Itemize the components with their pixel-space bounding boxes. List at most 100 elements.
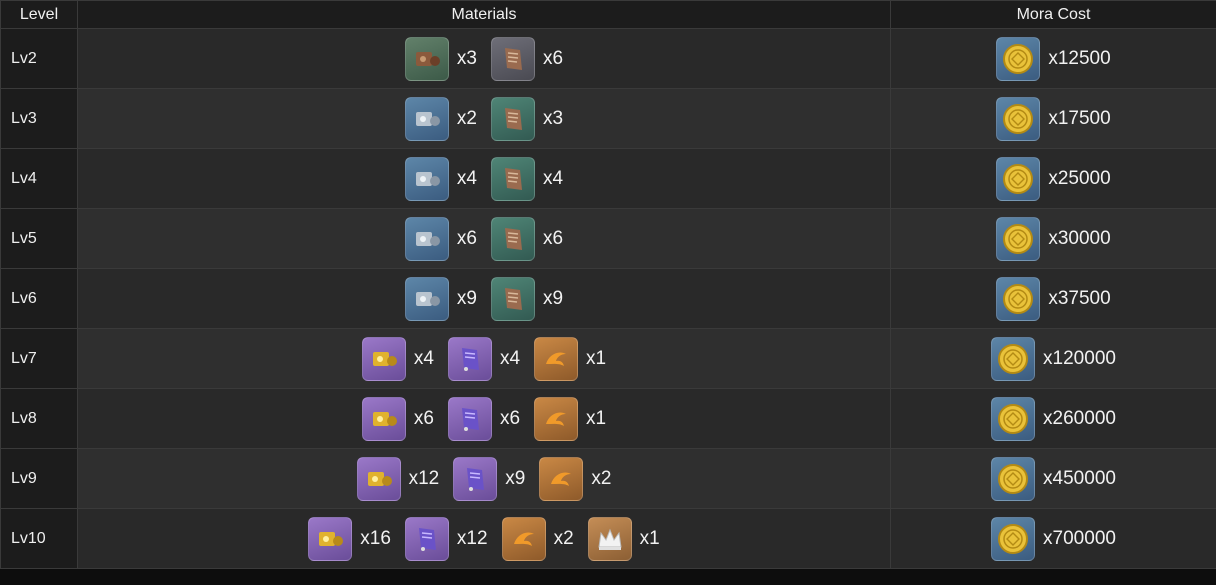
materials-cell: x3 x6: [77, 28, 891, 89]
table-row: Lv8 x6 x6 x1 x260000: [0, 388, 1216, 449]
material-item: x2: [539, 456, 612, 501]
level-cell: Lv6: [0, 268, 78, 329]
material-quantity: x9: [505, 467, 526, 489]
table-row: Lv3 x2 x3 x17500: [0, 88, 1216, 149]
mora-amount: x260000: [1043, 407, 1116, 429]
material-item: x3: [491, 96, 564, 141]
material-item: x2: [404, 96, 477, 141]
material-quantity: x6: [543, 47, 564, 69]
material-item: x6: [404, 216, 477, 261]
scroll-book-icon[interactable]: [491, 156, 535, 201]
scroll-book-icon[interactable]: [491, 216, 535, 261]
material-item: x4: [491, 156, 564, 201]
material-quantity: x3: [543, 107, 564, 129]
purple-book-icon[interactable]: [453, 456, 498, 501]
material-quantity: x2: [553, 527, 574, 549]
mora-cell: x30000: [890, 208, 1216, 269]
material-quantity: x4: [499, 347, 521, 369]
brown-mechanism-icon[interactable]: [404, 36, 449, 81]
mora-coin-icon[interactable]: [991, 516, 1036, 561]
mora-coin-icon[interactable]: [996, 156, 1041, 201]
material-quantity: x12: [408, 467, 440, 489]
claw-icon[interactable]: [534, 336, 579, 381]
scroll-book-icon[interactable]: [491, 276, 535, 321]
material-quantity: x6: [543, 227, 564, 249]
claw-icon[interactable]: [501, 516, 546, 561]
material-item: x1: [534, 396, 607, 441]
mora-cell: x17500: [890, 88, 1216, 149]
crown-icon[interactable]: [587, 516, 632, 561]
materials-cell: x6 x6: [77, 208, 891, 269]
material-quantity: x1: [586, 407, 607, 429]
material-item: x6: [491, 36, 564, 81]
material-quantity: x2: [591, 467, 612, 489]
mora-coin-icon[interactable]: [991, 456, 1036, 501]
gold-mechanism-icon[interactable]: [356, 456, 401, 501]
level-cell: Lv3: [0, 88, 78, 149]
table-row: Lv5 x6 x6 x30000: [0, 208, 1216, 269]
silver-mechanism-icon[interactable]: [404, 96, 449, 141]
material-quantity: x12: [456, 527, 488, 549]
silver-mechanism-icon[interactable]: [404, 276, 449, 321]
material-quantity: x1: [639, 527, 660, 549]
material-item: x6: [361, 396, 434, 441]
level-cell: Lv2: [0, 28, 78, 89]
scroll-book-icon[interactable]: [491, 96, 535, 141]
table-row: Lv9 x12 x9 x2 x450000: [0, 448, 1216, 509]
materials-cell: x4 x4: [77, 148, 891, 209]
level-cell: Lv8: [0, 388, 78, 449]
gold-mechanism-icon[interactable]: [361, 336, 406, 381]
material-quantity: x9: [543, 287, 564, 309]
mora-coin-icon[interactable]: [996, 216, 1041, 261]
silver-mechanism-icon[interactable]: [404, 216, 449, 261]
material-quantity: x4: [543, 167, 564, 189]
silver-mechanism-icon[interactable]: [404, 156, 449, 201]
mora-coin-icon[interactable]: [996, 276, 1041, 321]
mora-cell: x450000: [890, 448, 1216, 509]
mora-coin-icon[interactable]: [991, 396, 1036, 441]
gold-mechanism-icon[interactable]: [308, 516, 353, 561]
material-item: x1: [534, 336, 606, 381]
purple-book-icon[interactable]: [447, 336, 492, 381]
material-item: x4: [361, 336, 434, 381]
material-item: x2: [501, 516, 574, 561]
table-row: Lv4 x4 x4 x25000: [0, 148, 1216, 209]
claw-icon[interactable]: [534, 396, 579, 441]
purple-book-icon[interactable]: [404, 516, 449, 561]
material-item: x3: [404, 36, 477, 81]
mora-cell: x700000: [890, 508, 1216, 569]
purple-book-icon[interactable]: [447, 396, 492, 441]
material-item: x12: [356, 456, 440, 501]
material-item: x12: [404, 516, 488, 561]
gold-mechanism-icon[interactable]: [361, 396, 406, 441]
claw-icon[interactable]: [539, 456, 584, 501]
material-item: x6: [447, 396, 520, 441]
material-quantity: x9: [456, 287, 477, 309]
mora-amount: x25000: [1048, 167, 1111, 189]
materials-cell: x9 x9: [77, 268, 891, 329]
materials-cell: x12 x9 x2: [77, 448, 891, 509]
mora-amount: x700000: [1043, 527, 1116, 549]
level-cell: Lv5: [0, 208, 78, 269]
material-quantity: x3: [456, 47, 477, 69]
mora-cell: x260000: [890, 388, 1216, 449]
table-row: Lv10 x16 x12 x2 x1 x700000: [0, 508, 1216, 569]
level-cell: Lv4: [0, 148, 78, 209]
material-quantity: x6: [413, 407, 434, 429]
material-item: x6: [491, 216, 564, 261]
level-cell: Lv10: [0, 508, 78, 569]
mora-cell: x120000: [890, 328, 1216, 389]
scroll-book-icon[interactable]: [491, 36, 535, 81]
materials-header: Materials: [77, 0, 891, 29]
materials-cell: x6 x6 x1: [77, 388, 891, 449]
mora-coin-icon[interactable]: [996, 96, 1041, 141]
materials-cell: x2 x3: [77, 88, 891, 149]
material-item: x1: [587, 516, 660, 561]
mora-header: Mora Cost: [890, 0, 1216, 29]
mora-coin-icon[interactable]: [996, 36, 1041, 81]
mora-coin-icon[interactable]: [991, 336, 1036, 381]
mora-amount: x17500: [1048, 107, 1111, 129]
table-row: Lv7 x4 x4 x1 x120000: [0, 328, 1216, 389]
mora-cell: x25000: [890, 148, 1216, 209]
level-cell: Lv9: [0, 448, 78, 509]
